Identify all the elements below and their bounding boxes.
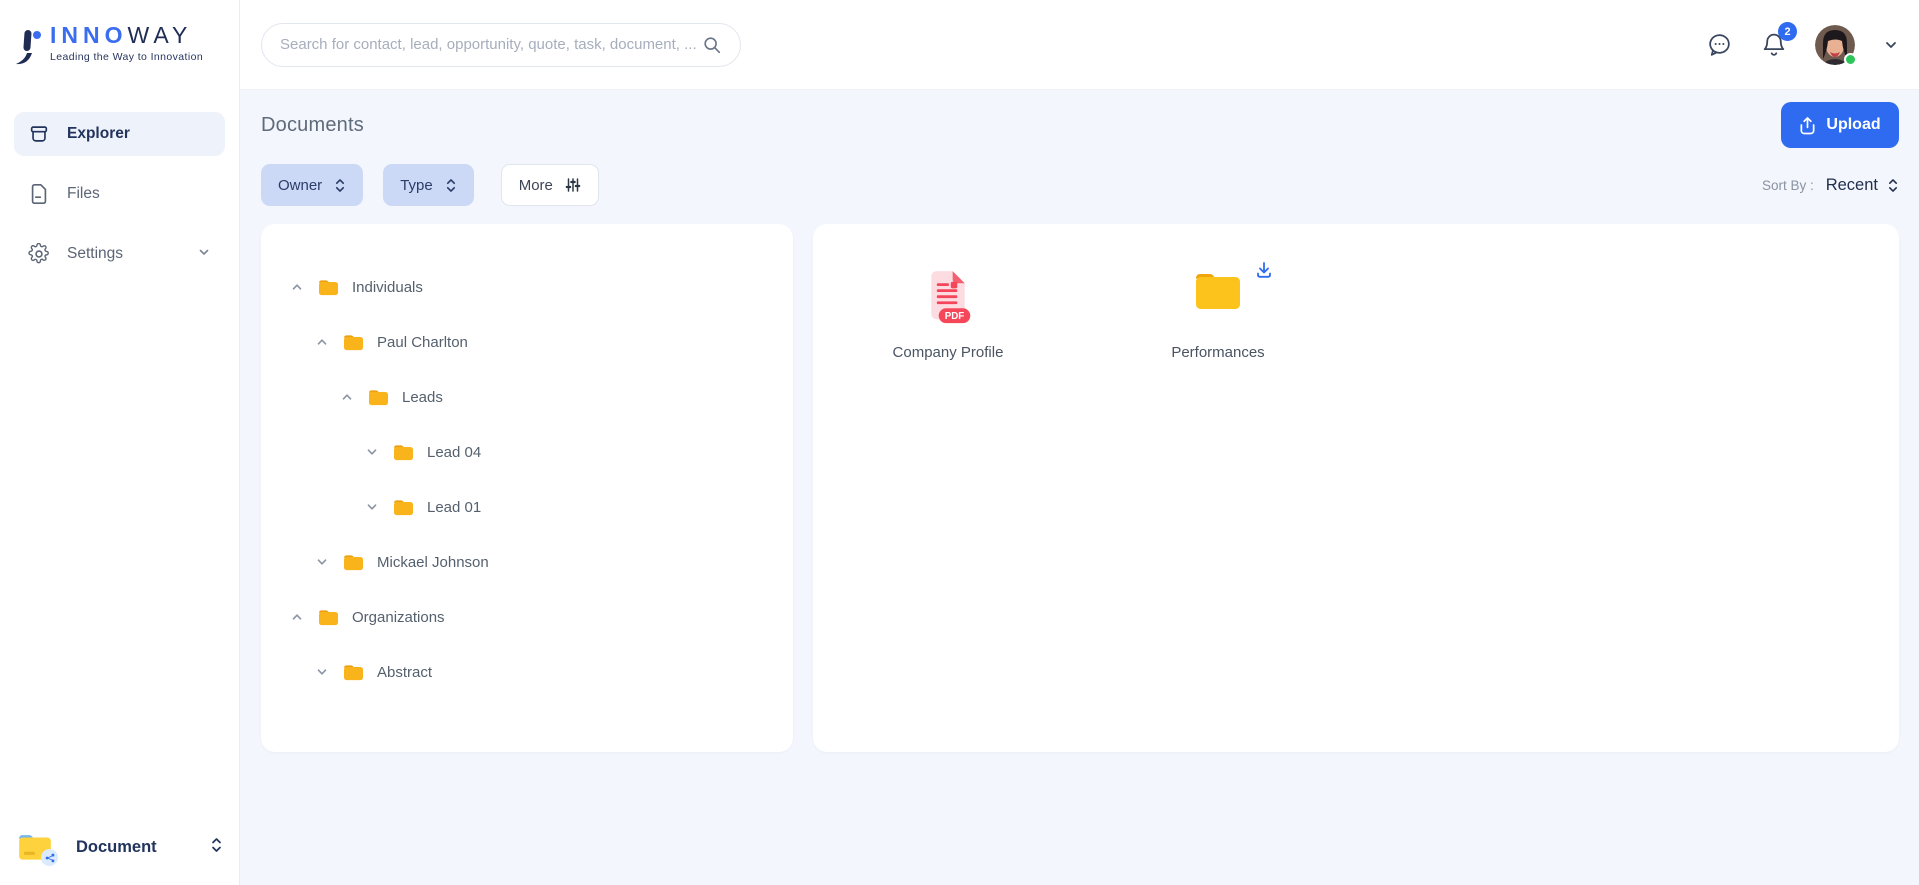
tree-node[interactable]: Abstract (279, 655, 775, 689)
tree-node[interactable]: Leads (279, 380, 775, 414)
chevron-sort-icon[interactable] (210, 836, 223, 859)
sort-select[interactable]: Recent (1826, 176, 1899, 195)
gear-icon (28, 243, 50, 265)
brand-name: INNOWAY (50, 22, 193, 48)
global-search[interactable] (261, 22, 741, 67)
notification-badge: 2 (1778, 22, 1797, 41)
file-label: Performances (1171, 344, 1265, 361)
tree-node-label: Organizations (352, 608, 445, 626)
chevron-down-icon[interactable] (314, 554, 330, 570)
folder-tree-panel: Individuals Paul Charlton Leads Lead 04 … (261, 224, 793, 752)
chevron-down-icon[interactable] (197, 245, 211, 264)
chevron-up-icon[interactable] (314, 334, 330, 350)
upload-icon (1799, 116, 1816, 135)
folder-icon (317, 608, 340, 627)
folder-share-icon (16, 831, 58, 866)
svg-text:PDF: PDF (945, 311, 965, 322)
tree-node-label: Abstract (377, 663, 433, 681)
chevron-down-icon[interactable] (314, 664, 330, 680)
workspace-switcher[interactable]: Document (0, 831, 239, 866)
tree-node-label: Lead 04 (427, 443, 482, 461)
tree-node-label: Lead 01 (427, 498, 482, 516)
folder-icon (367, 388, 390, 407)
more-filters-button[interactable]: More (500, 164, 599, 206)
sidebar-item-files[interactable]: Files (14, 172, 225, 216)
file-card[interactable]: PDF Performances (1143, 262, 1293, 752)
chevron-down-icon[interactable] (364, 444, 380, 460)
tree-node[interactable]: Mickael Johnson (279, 545, 775, 579)
workspace-label: Document (76, 837, 157, 856)
sliders-icon (565, 177, 581, 193)
chat-icon[interactable] (1706, 31, 1733, 58)
folder-icon (1192, 268, 1244, 317)
folder-icon (317, 278, 340, 297)
online-status-dot (1844, 52, 1857, 66)
tree-node[interactable]: Lead 04 (279, 435, 775, 469)
documents-page: Documents Upload Owner Type More Sort By… (240, 90, 1919, 885)
owner-filter[interactable]: Owner (261, 164, 364, 206)
folder-icon (342, 663, 365, 682)
folder-icon (392, 498, 415, 517)
upload-button[interactable]: Upload (1781, 102, 1899, 148)
folder-icon (342, 333, 365, 352)
topbar: 2 (240, 0, 1919, 90)
brand-logo: INNOWAY Leading the Way to Innovation (0, 0, 239, 78)
avatar[interactable] (1815, 24, 1857, 66)
brand-mark-icon (16, 30, 41, 65)
brand-tagline: Leading the Way to Innovation (50, 51, 204, 63)
page-title: Documents (261, 113, 364, 136)
sidebar-item-label: Explorer (67, 125, 130, 142)
folder-icon (392, 443, 415, 462)
sidebar: INNOWAY Leading the Way to Innovation Ex… (0, 0, 240, 885)
sidebar-item-label: Files (67, 185, 100, 202)
file-label: Company Profile (892, 344, 1004, 361)
chevron-up-icon[interactable] (289, 279, 305, 295)
sidebar-item-label: Settings (67, 245, 124, 262)
file-icon (28, 183, 50, 205)
account-chevron-down-icon[interactable] (1883, 37, 1899, 53)
search-icon[interactable] (702, 35, 722, 55)
download-icon[interactable] (1254, 260, 1274, 285)
search-input[interactable] (280, 36, 702, 53)
chevron-sort-icon (445, 177, 457, 194)
tree-node-label: Mickael Johnson (377, 553, 489, 571)
chevron-down-icon[interactable] (364, 499, 380, 515)
pdf-file-icon: PDF (922, 268, 974, 335)
chevron-up-icon[interactable] (289, 609, 305, 625)
sort-by-label: Sort By : (1761, 177, 1814, 193)
folder-icon (342, 553, 365, 572)
chevron-sort-icon (334, 177, 346, 194)
chevron-sort-icon (1887, 177, 1899, 194)
sidebar-nav: Explorer Files Settings (0, 112, 239, 276)
tree-node[interactable]: Organizations (279, 600, 775, 634)
notifications-icon[interactable]: 2 (1761, 22, 1797, 58)
tree-node[interactable]: Paul Charlton (279, 325, 775, 359)
tree-node[interactable]: Individuals (279, 270, 775, 304)
files-panel: PDF Company Profile Performances (813, 224, 1899, 752)
sidebar-item-settings[interactable]: Settings (14, 232, 225, 276)
chevron-up-icon[interactable] (339, 389, 355, 405)
sidebar-item-explorer[interactable]: Explorer (14, 112, 225, 156)
tree-node-label: Individuals (352, 278, 423, 296)
folder-tree: Individuals Paul Charlton Leads Lead 04 … (279, 270, 775, 689)
tree-node-label: Leads (402, 388, 443, 406)
archive-icon (28, 123, 50, 145)
tree-node-label: Paul Charlton (377, 333, 468, 351)
type-filter[interactable]: Type (383, 164, 474, 206)
file-card[interactable]: PDF Company Profile (873, 268, 1023, 752)
tree-node[interactable]: Lead 01 (279, 490, 775, 524)
